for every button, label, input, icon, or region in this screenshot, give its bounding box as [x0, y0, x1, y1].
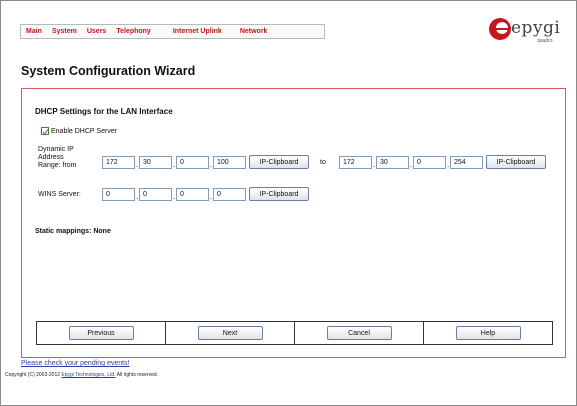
bar-cell: Help — [424, 322, 552, 344]
nav-users[interactable]: Users — [82, 28, 111, 35]
ip-dot: . — [210, 160, 213, 169]
wins-ip-octet-1[interactable]: 0 — [102, 188, 135, 201]
range-label-line1: Dynamic IP — [38, 146, 74, 153]
logo-subtext: quadro — [537, 38, 553, 44]
ip-dot: . — [173, 192, 176, 201]
range-label-line3: Range: from — [38, 162, 77, 169]
copyright-text: Copyright (C) 2003-2012 Epygi Technologi… — [5, 372, 158, 378]
range-label: Dynamic IP Address Range: from — [38, 146, 77, 170]
nav-network[interactable]: Network — [235, 28, 273, 35]
ip-dot: . — [136, 160, 139, 169]
wins-ip-octet-4[interactable]: 0 — [213, 188, 246, 201]
company-link[interactable]: Epygi Technologies, Ltd. — [61, 372, 115, 378]
pending-events-link[interactable]: Please check your pending events! — [21, 360, 130, 367]
nav-telephony[interactable]: Telephony — [111, 28, 155, 35]
bar-cell: Cancel — [295, 322, 424, 344]
wins-ip-octet-3[interactable]: 0 — [176, 188, 209, 201]
wizard-button-bar: Previous Next Cancel Help — [36, 321, 553, 345]
to-ip-clipboard-button[interactable]: IP-Clipboard — [486, 155, 546, 169]
wins-label: WINS Server: — [38, 191, 81, 198]
enable-dhcp-checkbox[interactable] — [41, 127, 49, 135]
bar-cell: Previous — [37, 322, 166, 344]
logo-swoosh-icon — [489, 18, 511, 40]
next-button[interactable]: Next — [197, 326, 263, 340]
to-ip-octet-4[interactable]: 254 — [450, 156, 483, 169]
to-label: to — [320, 159, 326, 166]
ip-dot: . — [373, 160, 376, 169]
ip-dot: . — [410, 160, 413, 169]
from-ip-octet-4[interactable]: 100 — [213, 156, 246, 169]
range-label-line2: Address — [38, 154, 64, 161]
ip-dot: . — [447, 160, 450, 169]
bar-cell: Next — [166, 322, 295, 344]
enable-dhcp-row: Enable DHCP Server — [41, 127, 117, 135]
ip-dot: . — [173, 160, 176, 169]
wins-ip-octet-2[interactable]: 0 — [139, 188, 172, 201]
help-button[interactable]: Help — [455, 326, 521, 340]
nav-internet-uplink[interactable]: Internet Uplink — [168, 28, 227, 35]
logo-text: epygi — [511, 18, 561, 38]
from-ip-octet-2[interactable]: 30 — [139, 156, 172, 169]
cancel-button[interactable]: Cancel — [326, 326, 392, 340]
top-nav: Main System Users Telephony Internet Upl… — [20, 24, 325, 39]
copyright-prefix: Copyright (C) 2003-2012 — [5, 372, 61, 378]
from-ip-octet-1[interactable]: 172 — [102, 156, 135, 169]
ip-dot: . — [210, 192, 213, 201]
from-ip-octet-3[interactable]: 0 — [176, 156, 209, 169]
enable-dhcp-label: Enable DHCP Server — [51, 127, 118, 135]
to-ip-octet-1[interactable]: 172 — [339, 156, 372, 169]
nav-main[interactable]: Main — [21, 28, 47, 35]
ip-dot: . — [136, 192, 139, 201]
copyright-rights: All rights reserved. — [116, 372, 159, 378]
epygi-logo: epygi quadro — [487, 14, 561, 48]
to-ip-octet-2[interactable]: 30 — [376, 156, 409, 169]
static-mappings-text: Static mappings: None — [35, 228, 111, 235]
dhcp-panel: DHCP Settings for the LAN Interface Enab… — [21, 88, 566, 358]
wins-ip-clipboard-button[interactable]: IP-Clipboard — [249, 187, 309, 201]
to-ip-octet-3[interactable]: 0 — [413, 156, 446, 169]
nav-system[interactable]: System — [47, 28, 82, 35]
from-ip-clipboard-button[interactable]: IP-Clipboard — [249, 155, 309, 169]
previous-button[interactable]: Previous — [68, 326, 134, 340]
section-title: DHCP Settings for the LAN Interface — [35, 107, 173, 116]
page-title: System Configuration Wizard — [21, 64, 196, 78]
